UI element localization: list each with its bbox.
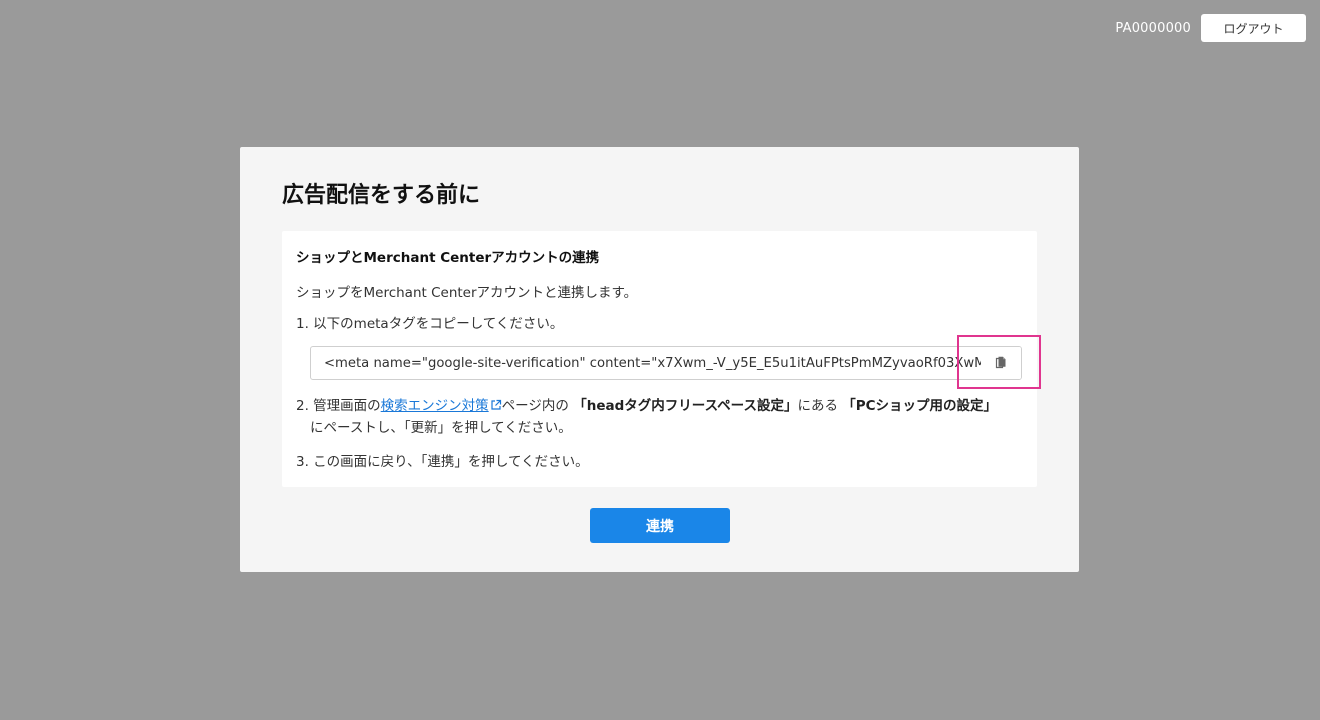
copy-button[interactable]: [981, 347, 1021, 379]
top-bar: PA0000000 ログアウト: [1115, 14, 1306, 42]
external-link-icon: [490, 397, 502, 418]
logout-button[interactable]: ログアウト: [1201, 14, 1306, 42]
seo-settings-link[interactable]: 検索エンジン対策: [381, 398, 502, 414]
modal-title: 広告配信をする前に: [282, 183, 481, 208]
step-2-text: 2. 管理画面の検索エンジン対策 ページ内の 「headタグ内フリースペース設定」…: [296, 396, 997, 439]
meta-tag-value: <meta name="google-site-verification" co…: [324, 356, 982, 371]
step-2-line-2: にペーストし、「更新」を押してください。: [310, 420, 572, 436]
panel-heading: ショップとMerchant Centerアカウントの連携: [296, 250, 600, 266]
link-button[interactable]: 連携: [590, 508, 730, 543]
meta-tag-field[interactable]: <meta name="google-site-verification" co…: [310, 346, 1022, 380]
step-1-text: 1. 以下のmetaタグをコピーしてください。: [296, 316, 564, 332]
panel-description: ショップをMerchant Centerアカウントと連携します。: [296, 285, 638, 301]
merchant-center-panel: ショップとMerchant Centerアカウントの連携 ショップをMercha…: [282, 231, 1037, 487]
step-2-mid2: にある: [797, 398, 838, 414]
step-3-text: 3. この画面に戻り、「連携」を押してください。: [296, 454, 589, 470]
account-id: PA0000000: [1115, 20, 1191, 36]
step-2-mid: ページ内の: [501, 398, 569, 414]
seo-settings-link-label: 検索エンジン対策: [380, 398, 489, 414]
copy-icon: [995, 354, 1007, 373]
step-2-head-setting: 「headタグ内フリースペース設定」: [573, 398, 798, 414]
setup-modal: 広告配信をする前に ショップとMerchant Centerアカウントの連携 シ…: [240, 147, 1079, 572]
step-2-prefix: 2. 管理画面の: [296, 398, 381, 414]
step-2-pc-setting: 「PCショップ用の設定」: [842, 398, 998, 414]
